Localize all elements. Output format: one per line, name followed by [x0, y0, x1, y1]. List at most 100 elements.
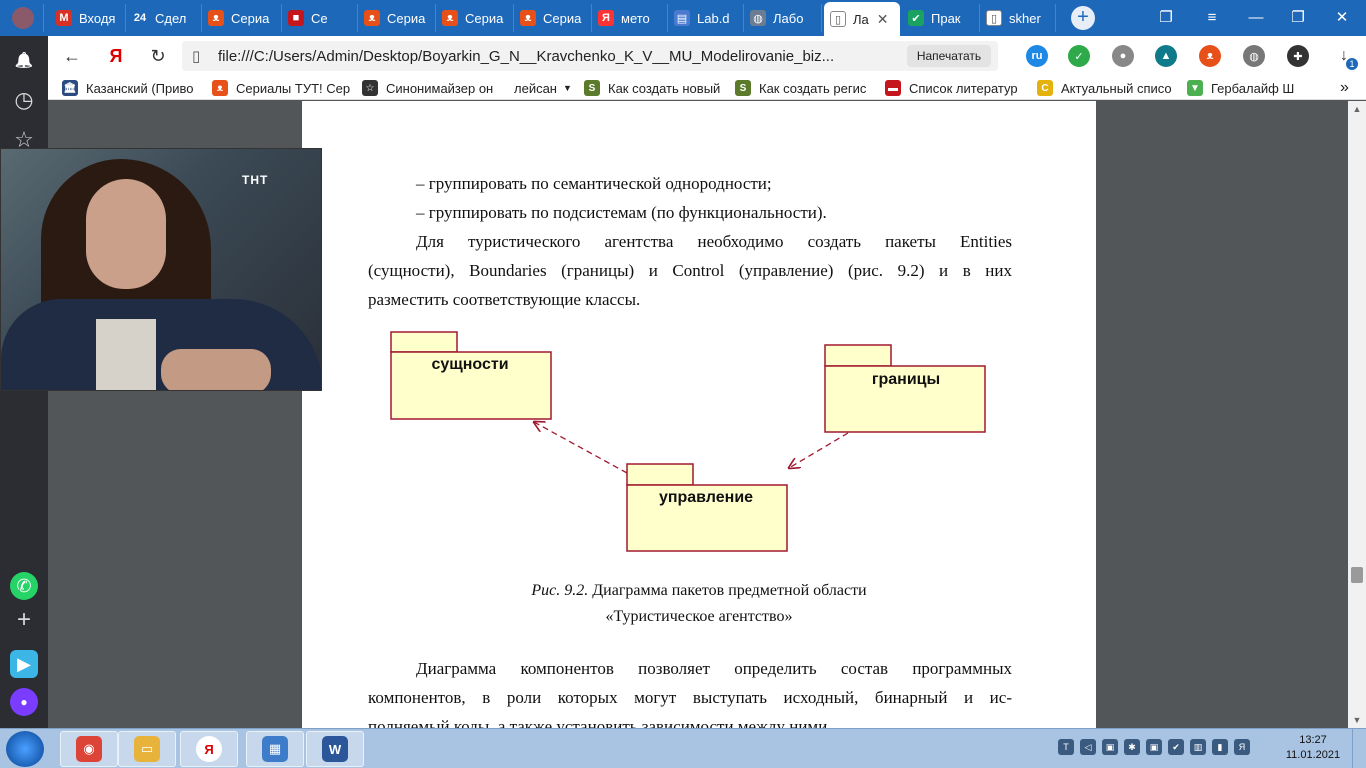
globe-ext-icon[interactable]: ◍	[1243, 45, 1265, 67]
tab-book[interactable]: ■ Се	[282, 4, 358, 32]
taskbar-chrome[interactable]: ◉	[60, 731, 118, 767]
tab-strip: M Входя 24 Сдел ᴥ Сериа ■ Се ᴥ Сериа ᴥ Сериа ᴥ…	[0, 0, 1366, 36]
alice-button[interactable]: ●	[10, 688, 38, 716]
tab-label: skher	[1009, 10, 1041, 26]
yandex-icon: Я	[109, 46, 123, 66]
taskbar-explorer[interactable]: ▭	[118, 731, 176, 767]
file-icon: ▯	[986, 10, 1002, 26]
avatar	[12, 7, 34, 29]
tray-icon[interactable]: ▣	[1102, 739, 1118, 755]
video-frame-hand	[161, 349, 271, 390]
tray-icon[interactable]: ◁	[1080, 739, 1096, 755]
tab-serials-1[interactable]: ᴥ Сериа	[202, 4, 282, 32]
url-text[interactable]: file:///C:/Users/Admin/Desktop/Boyarkin_…	[218, 48, 858, 65]
tab-label: Сериа	[387, 10, 426, 26]
download-count-badge: 1	[1346, 58, 1358, 70]
notifications-button[interactable]: 🔔	[10, 46, 38, 74]
tab-practice[interactable]: ✔ Прак	[902, 4, 980, 32]
profile-avatar[interactable]	[6, 4, 44, 32]
dependency-control-to-entities	[534, 422, 628, 474]
tabs-overview-button[interactable]: ❐	[1154, 6, 1178, 30]
tray-icon[interactable]: ✔	[1168, 739, 1184, 755]
tray-icon[interactable]: Я	[1234, 739, 1250, 755]
scroll-down-button[interactable]: ▼	[1348, 712, 1366, 728]
bookmark-label: Гербалайф Ш	[1211, 80, 1295, 96]
bookmark-label: Казанский (Приво	[86, 80, 194, 96]
video-frame-shirt	[96, 319, 156, 390]
vertical-scrollbar[interactable]: ▲ ▼	[1348, 101, 1366, 728]
tray-icon[interactable]: ✱	[1124, 739, 1140, 755]
system-clock[interactable]: 13:27 11.01.2021	[1282, 733, 1344, 763]
address-bar[interactable]: ▯ file:///C:/Users/Admin/Desktop/Boyarki…	[182, 41, 998, 71]
bookmark-item[interactable]: C Актуальный списо	[1037, 79, 1177, 97]
tab-serials-2[interactable]: ᴥ Сериа	[358, 4, 436, 32]
add-panel-button[interactable]: +	[10, 606, 38, 634]
whatsapp-button[interactable]: ✆	[10, 572, 38, 600]
bookmarks-more-button[interactable]: »	[1340, 79, 1349, 97]
package-entities: сущности	[390, 331, 552, 420]
bookmark-item[interactable]: лейсан ▼	[514, 79, 574, 97]
bookmark-item[interactable]: ᴥ Сериалы ТУТ! Сер	[212, 79, 352, 97]
downloads-button[interactable]: ↓ 1	[1332, 44, 1358, 70]
dependency-boundaries-to-control	[789, 432, 849, 468]
new-tab-button[interactable]: +	[1071, 6, 1095, 30]
yandex-home-button[interactable]: Я	[104, 44, 128, 68]
picture-in-picture-video[interactable]: ТНТ	[0, 148, 322, 391]
paragraph1-line1: Для туристического агентства необходимо …	[416, 232, 1012, 251]
print-button[interactable]: Напечатать	[907, 45, 991, 67]
check-icon: ✔	[908, 10, 924, 26]
bookmark-item[interactable]: S Как создать регис	[735, 79, 875, 97]
vpn-icon[interactable]: ▲	[1155, 45, 1177, 67]
history-button[interactable]: ◷	[10, 86, 38, 114]
ext-ru-icon[interactable]: ru	[1026, 45, 1048, 67]
news-icon: 24	[132, 10, 148, 26]
fox-ext-icon[interactable]: ᴥ	[1199, 45, 1221, 67]
tab-lab-doc[interactable]: ▤ Lab.d	[668, 4, 744, 32]
bookmark-item[interactable]: ▬ Список литератур	[885, 79, 1025, 97]
channel-logo: ТНТ	[242, 173, 269, 187]
tray-icon[interactable]: ▮	[1212, 739, 1228, 755]
bookmark-label: Сериалы ТУТ! Сер	[236, 80, 351, 96]
word-icon: W	[322, 736, 348, 762]
tray-icon[interactable]: ▣	[1146, 739, 1162, 755]
taskbar-word[interactable]: W	[306, 731, 364, 767]
tab-serials-3[interactable]: ᴥ Сериа	[436, 4, 514, 32]
bookmark-item[interactable]: S Как создать новый	[584, 79, 724, 97]
scroll-up-button[interactable]: ▲	[1348, 101, 1366, 117]
reload-button[interactable]: ↻	[146, 44, 170, 68]
close-tab-icon[interactable]: ✕	[877, 11, 889, 28]
taskbar-yandex[interactable]: Я	[180, 731, 238, 767]
bookmark-item[interactable]: ▼ Гербалайф Ш	[1187, 79, 1317, 97]
tray-icon[interactable]: T	[1058, 739, 1074, 755]
tab-laboratory[interactable]: ◍ Лабо	[744, 4, 822, 32]
tab-serials-4[interactable]: ᴥ Сериа	[514, 4, 592, 32]
restore-icon: ❐	[1291, 9, 1305, 26]
scroll-thumb[interactable]	[1351, 567, 1363, 583]
back-button[interactable]: ←	[60, 44, 84, 68]
tab-label: Ла	[853, 11, 869, 27]
shield-icon[interactable]: ✓	[1068, 45, 1090, 67]
tab-news[interactable]: 24 Сдел	[126, 4, 202, 32]
tray-icon[interactable]: ▥	[1190, 739, 1206, 755]
start-button[interactable]	[6, 731, 44, 767]
yandex-icon: Я	[598, 10, 614, 26]
bell-icon: 🔔	[14, 52, 34, 69]
bookmark-item[interactable]: 🏛 Казанский (Приво	[62, 79, 202, 97]
minimize-button[interactable]: —	[1244, 6, 1268, 30]
tab-mail[interactable]: M Входя	[50, 4, 126, 32]
bookmark-item[interactable]: ☆ Синонимайзер он	[362, 79, 502, 97]
tab-metodichka[interactable]: Ямето	[592, 4, 668, 32]
yandex-icon: Я	[196, 736, 222, 762]
tab-skhema[interactable]: ▯ skher	[980, 4, 1056, 32]
show-desktop-button[interactable]	[1352, 729, 1366, 768]
close-window-button[interactable]: ✕	[1330, 6, 1354, 30]
fox-icon: ᴥ	[208, 10, 224, 26]
messenger-button[interactable]: ▶	[10, 650, 38, 678]
puzzle-icon[interactable]: ✚	[1287, 45, 1309, 67]
search-ext-icon[interactable]: ●	[1112, 45, 1134, 67]
taskbar-control-panel[interactable]: ▦	[246, 731, 304, 767]
tab-active-pdf[interactable]: ▯ Ла ✕	[824, 2, 900, 36]
restore-button[interactable]: ❐	[1286, 6, 1310, 30]
menu-button[interactable]: ≡	[1200, 6, 1224, 30]
minimize-icon: —	[1248, 9, 1264, 26]
